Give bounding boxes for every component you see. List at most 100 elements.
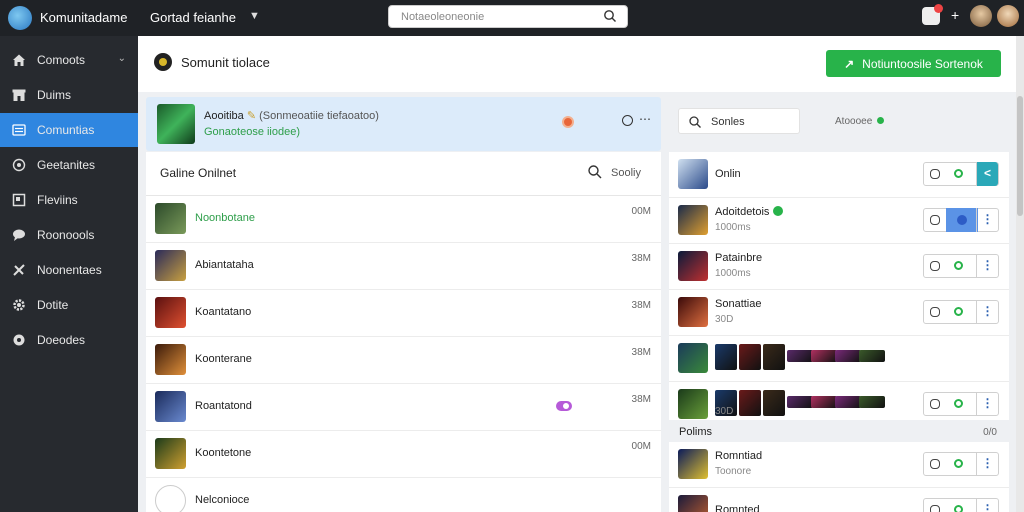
- toggle-icon[interactable]: [556, 401, 572, 411]
- more-icon[interactable]: ⋮: [976, 392, 998, 416]
- avatar: [678, 205, 708, 235]
- globe-icon: [11, 157, 27, 173]
- more-icon[interactable]: ⋮: [976, 498, 998, 512]
- list-item[interactable]: Koantatano 38M: [146, 290, 661, 337]
- member-row[interactable]: Adoitdetois 1000ms ⋮: [669, 198, 1009, 244]
- member-row[interactable]: [669, 336, 1009, 382]
- media-thumbnail: [835, 350, 861, 362]
- search-icon: [689, 116, 701, 128]
- banner-link[interactable]: Gonaoteose iiodee): [204, 126, 300, 138]
- member-actions[interactable]: ⋮: [923, 300, 999, 324]
- list-search-label[interactable]: Sooliy: [611, 167, 641, 179]
- list-item-name: Abiantataha: [195, 259, 254, 271]
- list-item[interactable]: Roantatond 38M: [146, 384, 661, 431]
- search-input[interactable]: Notaeoleoneonie: [401, 11, 484, 23]
- message-icon[interactable]: [930, 261, 940, 271]
- search-bar[interactable]: Notaeoleoneonie: [388, 5, 628, 28]
- notifications-icon[interactable]: [922, 4, 943, 25]
- list-item-meta: 38M: [631, 253, 651, 264]
- list-item-meta: 00M: [631, 206, 651, 217]
- sidebar-item-label: Comoots: [37, 53, 86, 67]
- list-item[interactable]: Noonbotane 00M: [146, 196, 661, 243]
- chevron-left-icon[interactable]: <: [976, 162, 998, 186]
- sidebar-item-comoots[interactable]: Comoots ⌄: [0, 43, 138, 77]
- status-icon[interactable]: [954, 261, 963, 270]
- search-icon[interactable]: [603, 9, 617, 23]
- chevron-down-icon[interactable]: ⌄: [118, 53, 126, 64]
- more-icon[interactable]: ⋮: [976, 254, 998, 278]
- more-icon[interactable]: ⋮: [976, 208, 998, 232]
- member-row[interactable]: Romnted ⋮: [669, 488, 1009, 512]
- member-actions[interactable]: ⋮: [923, 254, 999, 278]
- sidebar-item-noonentaes[interactable]: Noonentaes: [0, 253, 138, 287]
- list-item[interactable]: Abiantataha 38M: [146, 243, 661, 290]
- media-thumbnail: [787, 396, 813, 408]
- featured-banner[interactable]: Aooitiba ✎ (Sonmeoatiie tiefaoatoo) Gona…: [146, 97, 661, 151]
- list-item[interactable]: Koonterane 38M: [146, 337, 661, 384]
- message-icon[interactable]: [930, 307, 940, 317]
- member-row[interactable]: Onlin <: [669, 152, 1009, 198]
- alert-icon[interactable]: [562, 116, 574, 128]
- status-icon[interactable]: [954, 505, 963, 512]
- workspace-selector[interactable]: Gortad feianhe: [150, 10, 236, 25]
- scrollbar[interactable]: [1016, 36, 1024, 512]
- board-icon: [11, 192, 27, 208]
- sidebar-item-comuntias[interactable]: Comuntias: [0, 113, 138, 147]
- sidebar-item-duims[interactable]: Duims: [0, 78, 138, 112]
- message-icon[interactable]: [930, 399, 940, 409]
- sidebar-item-fleviins[interactable]: Fleviins: [0, 183, 138, 217]
- member-actions[interactable]: <: [923, 162, 999, 186]
- media-thumbnail: [787, 350, 813, 362]
- message-icon[interactable]: [930, 459, 940, 469]
- app-logo[interactable]: [8, 6, 32, 30]
- member-search[interactable]: Sonles: [678, 108, 800, 134]
- message-icon[interactable]: [930, 505, 940, 512]
- list-item-meta: 38M: [631, 347, 651, 358]
- more-icon[interactable]: ⋮: [976, 300, 998, 324]
- status-icon[interactable]: [954, 307, 963, 316]
- search-icon[interactable]: [587, 164, 603, 180]
- status-icon[interactable]: [954, 399, 963, 408]
- member-row[interactable]: Sonattiae 30D ⋮: [669, 290, 1009, 336]
- avatar[interactable]: [997, 5, 1019, 27]
- pencil-icon: ✎: [246, 110, 260, 122]
- list-item-meta: 00M: [631, 441, 651, 452]
- avatar[interactable]: [970, 5, 992, 27]
- message-icon[interactable]: [930, 215, 940, 225]
- member-actions[interactable]: ⋮: [923, 392, 999, 416]
- message-icon[interactable]: [930, 169, 940, 179]
- game-thumbnail: [155, 344, 186, 375]
- primary-action-button[interactable]: ↗ Notiuntoosile Sortenok: [826, 50, 1001, 77]
- add-icon[interactable]: +: [951, 7, 959, 23]
- member-actions[interactable]: ⋮: [923, 452, 999, 476]
- scrollbar-thumb[interactable]: [1017, 96, 1023, 216]
- status-icon[interactable]: [946, 208, 978, 232]
- status-icon[interactable]: [622, 115, 633, 126]
- list-item-meta: 38M: [631, 394, 651, 405]
- sidebar-item-dotite[interactable]: Dotite: [0, 288, 138, 322]
- media-thumbnail: [835, 396, 861, 408]
- member-search-input[interactable]: Sonles: [711, 116, 745, 128]
- media-thumbnail: [811, 350, 837, 362]
- sidebar-item-doeodes[interactable]: Doeodes: [0, 323, 138, 357]
- more-icon[interactable]: ⋯: [639, 112, 651, 126]
- member-actions[interactable]: ⋮: [923, 498, 999, 512]
- status-icon[interactable]: [954, 169, 963, 178]
- sidebar-item-geetanites[interactable]: Geetanites: [0, 148, 138, 182]
- member-row[interactable]: Romntiad Toonore ⋮: [669, 442, 1009, 488]
- member-name-text: Onlin: [715, 168, 741, 180]
- member-subtitle: 1000ms: [715, 268, 751, 279]
- member-name-text: Adoitdetois: [715, 206, 770, 218]
- list-item[interactable]: Nelconioce: [146, 478, 661, 512]
- more-icon[interactable]: ⋮: [976, 452, 998, 476]
- sidebar-item-roonoools[interactable]: Roonoools: [0, 218, 138, 252]
- status-icon[interactable]: [954, 459, 963, 468]
- community-icon: [154, 53, 172, 71]
- member-name: Sonattiae: [715, 298, 761, 310]
- member-actions[interactable]: ⋮: [923, 208, 999, 232]
- sidebar-item-label: Duims: [37, 88, 72, 102]
- chevron-down-icon[interactable]: ▼: [249, 10, 260, 22]
- secondary-members-panel: Romntiad Toonore ⋮ Romnted ⋮: [669, 442, 1009, 512]
- member-row[interactable]: Patainbre 1000ms ⋮: [669, 244, 1009, 290]
- list-item[interactable]: Koontetone 00M: [146, 431, 661, 478]
